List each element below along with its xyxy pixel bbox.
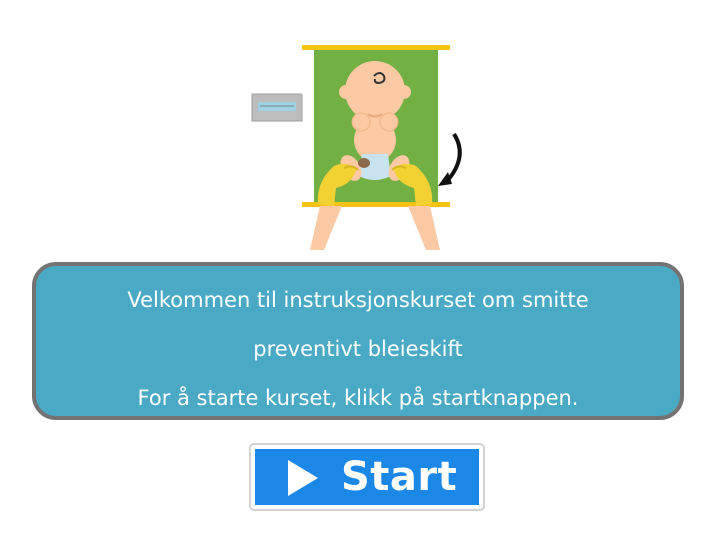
wipes-box-icon: [251, 93, 303, 122]
start-button-label: Start: [341, 454, 458, 500]
welcome-line-2: preventivt bleieskift: [253, 337, 463, 361]
welcome-line-1: Velkommen til instruksjonskurset om smit…: [127, 288, 589, 312]
curved-arrow-icon: [438, 132, 462, 186]
start-button[interactable]: Start: [255, 449, 479, 505]
welcome-instruction: For å starte kurset, klikk på startknapp…: [137, 386, 579, 410]
diaper-change-illustration: [251, 45, 462, 250]
play-icon: [288, 460, 318, 496]
course-start-screen: Velkommen til instruksjonskurset om smit…: [0, 0, 720, 540]
start-button-frame[interactable]: Start: [249, 443, 485, 511]
welcome-panel: Velkommen til instruksjonskurset om smit…: [32, 262, 684, 420]
